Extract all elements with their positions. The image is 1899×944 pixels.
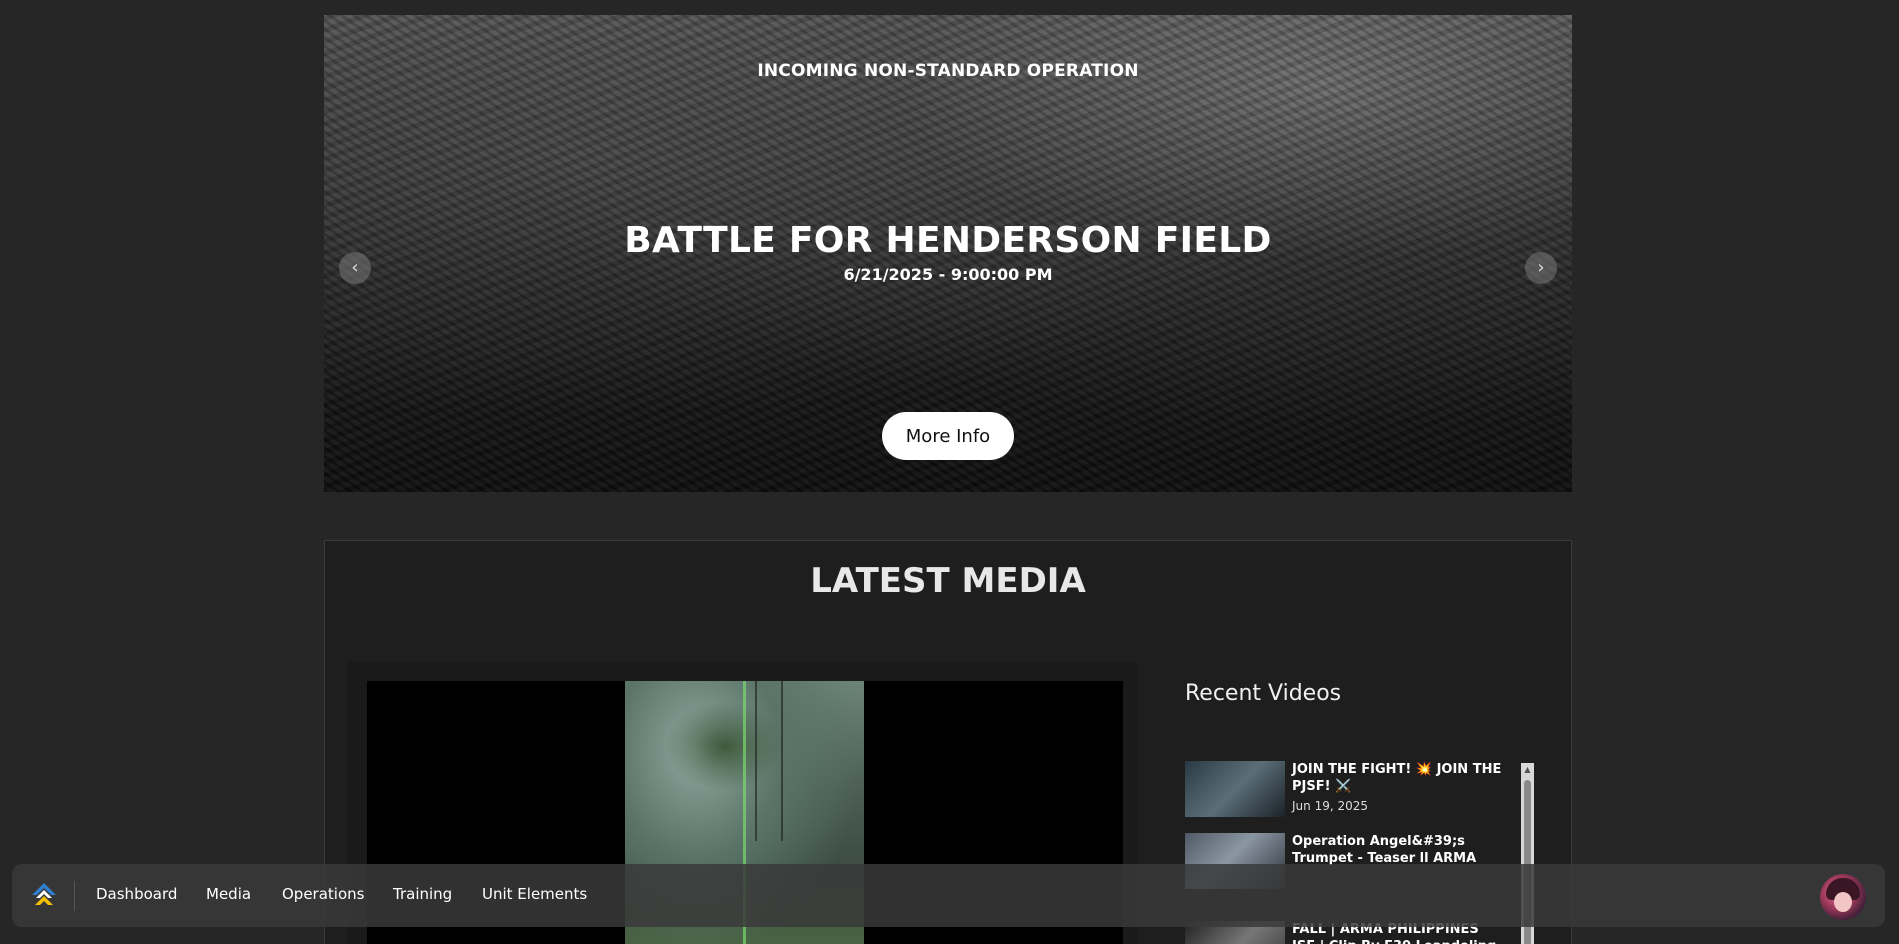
video-thumbnail[interactable] bbox=[1185, 761, 1285, 817]
carousel-next-icon[interactable]: › bbox=[1525, 252, 1557, 284]
hero-kicker: INCOMING NON-STANDARD OPERATION bbox=[757, 61, 1139, 81]
nav-item-operations[interactable]: Operations bbox=[282, 885, 364, 903]
user-avatar[interactable] bbox=[1820, 874, 1866, 920]
scroll-up-icon[interactable]: ▲ bbox=[1521, 763, 1534, 776]
video-title[interactable]: JOIN THE FIGHT! 💥 JOIN THE PJSF! ⚔️ bbox=[1292, 761, 1502, 795]
hero-date: 6/21/2025 - 9:00:00 PM bbox=[843, 265, 1053, 284]
hero-title: BATTLE FOR HENDERSON FIELD bbox=[624, 220, 1272, 261]
latest-media-title: LATEST MEDIA bbox=[810, 561, 1086, 601]
carousel-prev-icon[interactable]: ‹ bbox=[339, 252, 371, 284]
nav-item-dashboard[interactable]: Dashboard bbox=[96, 885, 177, 903]
more-info-button[interactable]: More Info bbox=[882, 412, 1014, 460]
video-frame-tower bbox=[755, 681, 783, 841]
video-list-item[interactable]: JOIN THE FIGHT! 💥 JOIN THE PJSF! ⚔️ Jun … bbox=[1185, 761, 1505, 821]
bottom-navbar: Dashboard Media Operations Training Unit… bbox=[12, 864, 1885, 927]
nav-item-training[interactable]: Training bbox=[393, 885, 452, 903]
hero-carousel: INCOMING NON-STANDARD OPERATION BATTLE F… bbox=[324, 15, 1572, 492]
recent-videos-title: Recent Videos bbox=[1185, 681, 1342, 706]
nav-divider bbox=[74, 881, 75, 911]
unit-logo-icon[interactable] bbox=[29, 880, 59, 910]
nav-item-unit-elements[interactable]: Unit Elements bbox=[482, 885, 587, 903]
page: INCOMING NON-STANDARD OPERATION BATTLE F… bbox=[0, 0, 1899, 944]
video-title[interactable]: Operation Angel&#39;s Trumpet - Teaser l… bbox=[1292, 833, 1502, 867]
nav-item-media[interactable]: Media bbox=[206, 885, 251, 903]
avatar-face bbox=[1834, 892, 1852, 912]
video-date: Jun 19, 2025 bbox=[1292, 799, 1369, 813]
